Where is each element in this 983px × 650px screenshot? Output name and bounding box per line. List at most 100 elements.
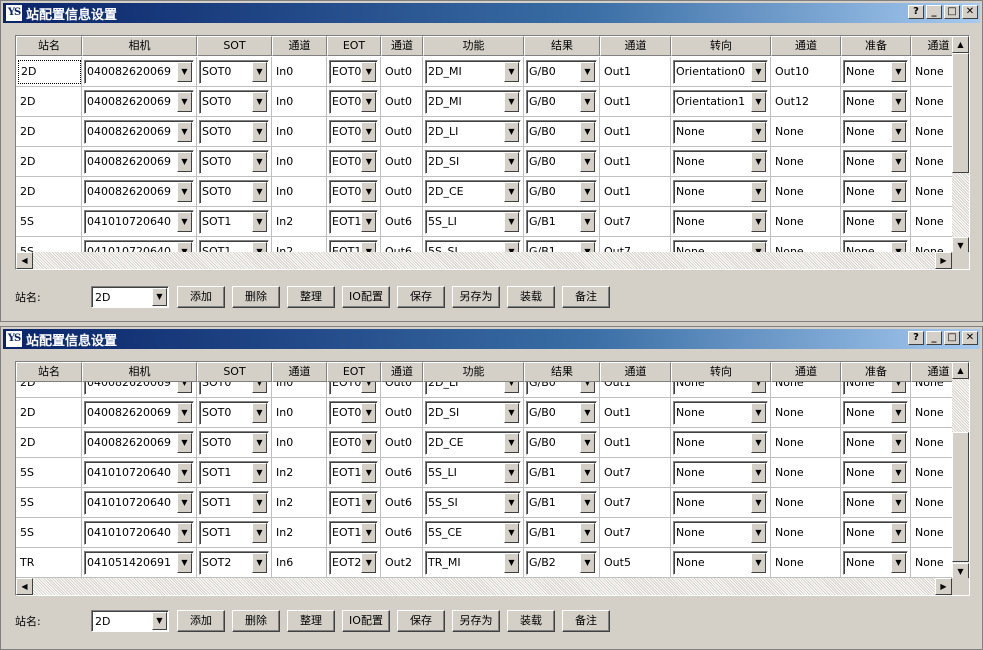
chevron-down-icon[interactable]: ▼ — [361, 121, 377, 142]
save-as-button[interactable]: 另存为 — [452, 286, 500, 308]
eot-select[interactable]: EOT1 ▼ — [329, 520, 379, 545]
result-select[interactable]: G/B1 ▼ — [526, 490, 597, 515]
column-header-ready[interactable]: 准备 — [841, 362, 911, 382]
column-header-ready-channel[interactable]: 通道 — [911, 36, 952, 56]
cell-eot[interactable]: EOT0 ▼ — [327, 382, 381, 398]
orientation-select[interactable]: None ▼ — [673, 550, 768, 575]
function-select[interactable]: TR_MI ▼ — [425, 550, 521, 575]
function-select[interactable]: 5S_SI ▼ — [425, 490, 521, 515]
close-button[interactable]: ✕ — [962, 5, 978, 19]
cell-sot[interactable]: SOT1 ▼ — [197, 207, 272, 237]
cell-eot-channel[interactable]: Out0 — [381, 382, 423, 398]
arrange-button[interactable]: 整理 — [287, 610, 335, 632]
chevron-down-icon[interactable]: ▼ — [177, 181, 192, 202]
chevron-down-icon[interactable]: ▼ — [580, 522, 595, 543]
cell-result[interactable]: G/B1 ▼ — [524, 518, 600, 548]
camera-select[interactable]: 040082620069 ▼ — [84, 430, 194, 455]
orientation-select[interactable]: None ▼ — [673, 460, 768, 485]
cell-result-channel[interactable]: Out7 — [600, 488, 671, 518]
sot-select[interactable]: SOT2 ▼ — [199, 550, 269, 575]
ready-select[interactable]: None ▼ — [843, 400, 908, 425]
cell-result[interactable]: G/B0 ▼ — [524, 117, 600, 147]
cell-camera[interactable]: 040082620069 ▼ — [82, 428, 197, 458]
cell-ready-channel[interactable]: None — [911, 177, 952, 207]
cell-station[interactable]: TR — [16, 548, 82, 578]
orientation-select[interactable]: Orientation0 ▼ — [673, 59, 768, 84]
cell-sot[interactable]: SOT0 ▼ — [197, 87, 272, 117]
cell-orientation-channel[interactable]: Out12 — [771, 87, 841, 117]
station-select[interactable]: 2D ▼ — [91, 610, 169, 632]
cell-orientation[interactable]: None ▼ — [671, 147, 771, 177]
cell-eot[interactable]: EOT2 ▼ — [327, 548, 381, 578]
cell-ready-channel[interactable]: None — [911, 518, 952, 548]
cell-result[interactable]: G/B0 ▼ — [524, 177, 600, 207]
cell-ready[interactable]: None ▼ — [841, 428, 911, 458]
chevron-down-icon[interactable]: ▼ — [751, 462, 766, 483]
cell-ready[interactable]: None ▼ — [841, 117, 911, 147]
chevron-down-icon[interactable]: ▼ — [177, 492, 192, 513]
result-select[interactable]: G/B1 ▼ — [526, 209, 597, 234]
chevron-down-icon[interactable]: ▼ — [580, 462, 595, 483]
camera-select[interactable]: 041051420691 ▼ — [84, 550, 194, 575]
cell-sot[interactable]: SOT0 ▼ — [197, 147, 272, 177]
cell-eot[interactable]: EOT1 ▼ — [327, 488, 381, 518]
maximize-button[interactable]: □ — [944, 331, 960, 345]
chevron-down-icon[interactable]: ▼ — [252, 492, 267, 513]
cell-eot-channel[interactable]: Out6 — [381, 518, 423, 548]
chevron-down-icon[interactable]: ▼ — [252, 432, 267, 453]
column-header-camera[interactable]: 相机 — [82, 362, 197, 382]
chevron-down-icon[interactable]: ▼ — [504, 492, 519, 513]
chevron-down-icon[interactable]: ▼ — [152, 612, 167, 630]
cell-eot-channel[interactable]: Out0 — [381, 117, 423, 147]
scroll-thumb[interactable] — [952, 53, 969, 173]
cell-sot-channel[interactable]: In2 — [272, 518, 327, 548]
camera-select[interactable]: 040082620069 ▼ — [84, 149, 194, 174]
cell-camera[interactable]: 040082620069 ▼ — [82, 177, 197, 207]
column-header-result-channel[interactable]: 通道 — [600, 362, 671, 382]
io-config-button[interactable]: IO配置 — [342, 610, 390, 632]
cell-ready[interactable]: None ▼ — [841, 458, 911, 488]
sot-select[interactable]: SOT0 ▼ — [199, 430, 269, 455]
chevron-down-icon[interactable]: ▼ — [751, 492, 766, 513]
chevron-down-icon[interactable]: ▼ — [361, 211, 377, 232]
cell-orientation[interactable]: None ▼ — [671, 382, 771, 398]
column-header-function[interactable]: 功能 — [423, 362, 524, 382]
cell-eot-channel[interactable]: Out6 — [381, 207, 423, 237]
io-config-button[interactable]: IO配置 — [342, 286, 390, 308]
minimize-button[interactable]: _ — [926, 331, 942, 345]
chevron-down-icon[interactable]: ▼ — [177, 61, 192, 82]
ready-select[interactable]: None ▼ — [843, 550, 908, 575]
column-header-result[interactable]: 结果 — [524, 36, 600, 56]
column-header-sot-channel[interactable]: 通道 — [272, 362, 327, 382]
result-select[interactable]: G/B0 ▼ — [526, 119, 597, 144]
scroll-thumb[interactable] — [952, 432, 969, 562]
camera-select[interactable]: 040082620069 ▼ — [84, 179, 194, 204]
column-header-ready[interactable]: 准备 — [841, 36, 911, 56]
chevron-down-icon[interactable]: ▼ — [891, 402, 906, 423]
chevron-down-icon[interactable]: ▼ — [252, 121, 267, 142]
cell-ready-channel[interactable]: None — [911, 488, 952, 518]
cell-station[interactable]: 2D — [16, 428, 82, 458]
column-header-sot[interactable]: SOT — [197, 36, 272, 56]
chevron-down-icon[interactable]: ▼ — [361, 432, 377, 453]
cell-station[interactable]: 2D — [16, 147, 82, 177]
cell-ready-channel[interactable]: None — [911, 382, 952, 398]
cell-camera[interactable]: 040082620069 ▼ — [82, 147, 197, 177]
chevron-down-icon[interactable]: ▼ — [252, 151, 267, 172]
sot-select[interactable]: SOT0 ▼ — [199, 179, 269, 204]
cell-sot[interactable]: SOT1 ▼ — [197, 458, 272, 488]
cell-sot-channel[interactable]: In0 — [272, 428, 327, 458]
cell-orientation-channel[interactable]: None — [771, 548, 841, 578]
cell-orientation[interactable]: None ▼ — [671, 398, 771, 428]
cell-camera[interactable]: 041010720640 ▼ — [82, 518, 197, 548]
sot-select[interactable]: SOT0 ▼ — [199, 119, 269, 144]
chevron-down-icon[interactable]: ▼ — [504, 522, 519, 543]
cell-camera[interactable]: 040082620069 ▼ — [82, 382, 197, 398]
chevron-down-icon[interactable]: ▼ — [177, 211, 192, 232]
ready-select[interactable]: None ▼ — [843, 59, 908, 84]
cell-sot[interactable]: SOT0 ▼ — [197, 117, 272, 147]
cell-ready-channel[interactable]: None — [911, 428, 952, 458]
cell-sot-channel[interactable]: In0 — [272, 147, 327, 177]
cell-sot-channel[interactable]: In0 — [272, 398, 327, 428]
cell-ready[interactable]: None ▼ — [841, 57, 911, 87]
